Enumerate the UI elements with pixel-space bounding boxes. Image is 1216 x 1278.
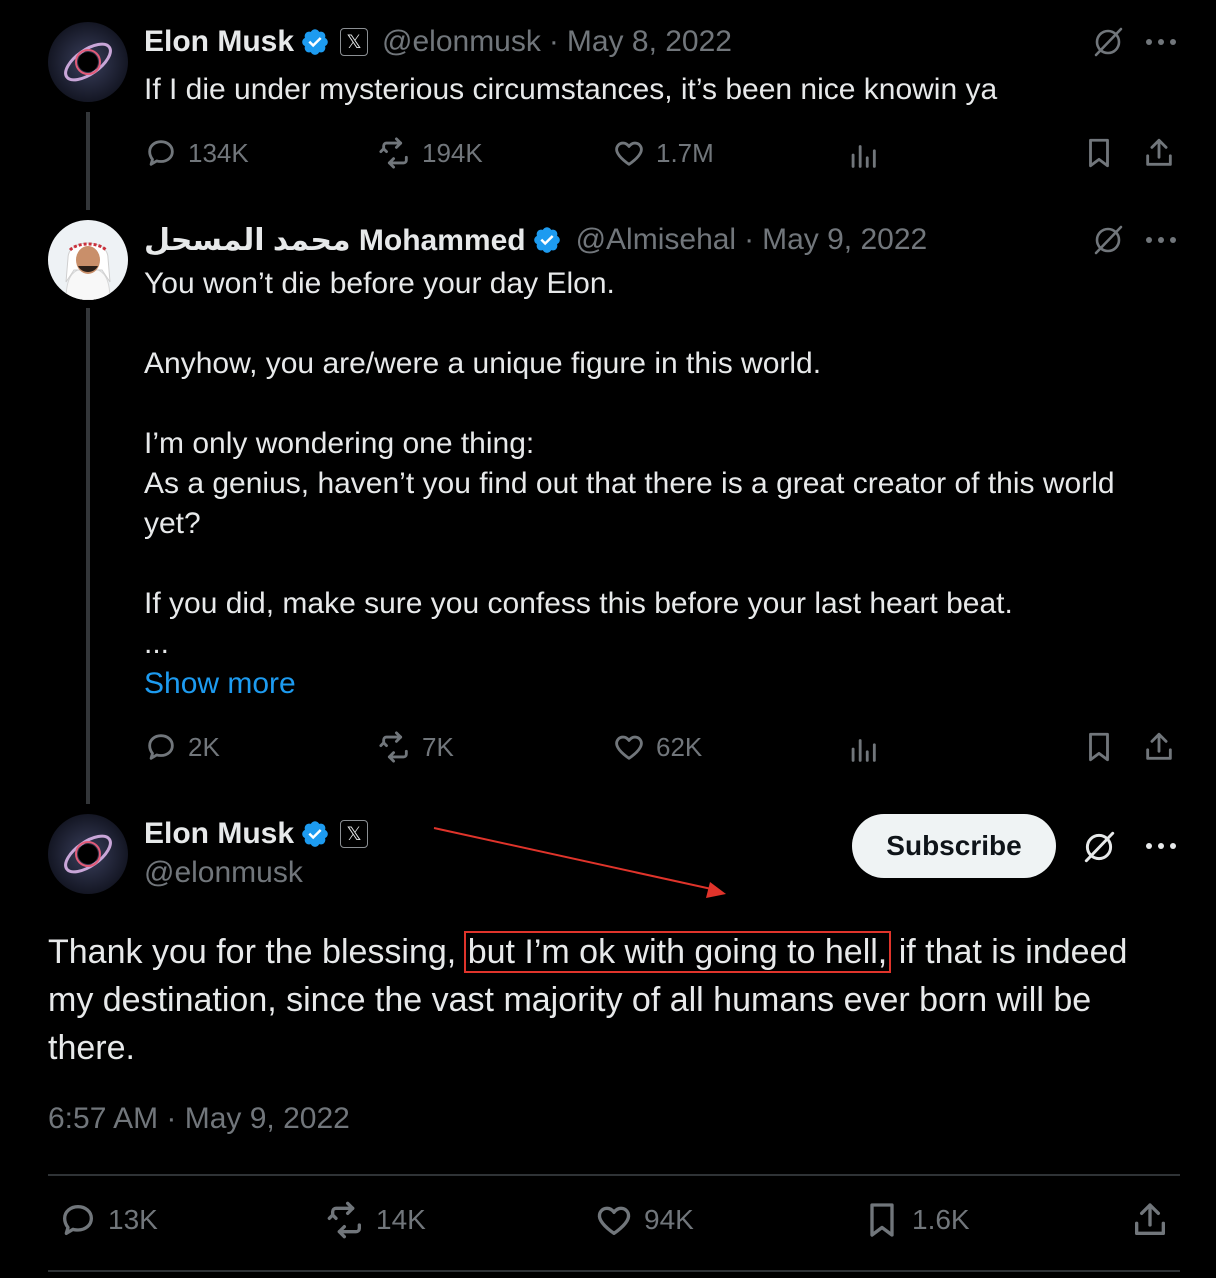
author-name[interactable]: Elon Musk	[144, 25, 294, 59]
retweet-button[interactable]: 194K	[378, 136, 483, 170]
text-before: Thank you for the blessing,	[48, 933, 457, 971]
bookmark-icon	[870, 1203, 894, 1237]
tweet-date[interactable]: May 9, 2022	[762, 223, 927, 257]
author-handle[interactable]: @elonmusk	[382, 25, 541, 59]
bookmark-icon	[1089, 138, 1109, 168]
like-count: 94K	[644, 1204, 694, 1235]
tweet-date[interactable]: May 8, 2022	[567, 25, 732, 59]
heart-icon	[615, 735, 643, 760]
analytics-icon	[851, 739, 876, 762]
separator-dot: ·	[744, 223, 755, 256]
tweet-text-line: yet?	[144, 507, 201, 540]
author-handle[interactable]: @Almisehal	[576, 223, 737, 257]
annotation-arrow	[433, 827, 726, 898]
heart-icon	[597, 1206, 631, 1235]
author-name[interactable]: محمد المسحل Mohammed	[144, 223, 526, 258]
verified-badge-icon	[302, 821, 328, 847]
author-handle[interactable]: @elonmusk	[144, 856, 303, 890]
more-options-icon[interactable]	[1144, 828, 1178, 869]
retweet-count: 194K	[422, 137, 483, 168]
share-icon	[1146, 138, 1172, 166]
bookmark-button[interactable]	[1082, 730, 1116, 764]
avatar-elonmusk[interactable]	[48, 22, 128, 102]
retweet-count: 14K	[376, 1204, 426, 1235]
retweet-count: 7K	[422, 731, 454, 762]
reply-button[interactable]: 13K	[58, 1200, 158, 1240]
x-affiliate-badge: 𝕏	[340, 28, 369, 56]
views-button[interactable]	[846, 732, 880, 766]
thread-line	[86, 308, 90, 804]
tweet-header: Elon Musk 𝕏 @elonmusk · May 8, 2022	[144, 22, 732, 62]
x-affiliate-badge: 𝕏	[340, 820, 369, 848]
grok-icon[interactable]	[1080, 828, 1118, 871]
like-button[interactable]: 62K	[612, 730, 702, 764]
retweet-button[interactable]: 14K	[326, 1200, 426, 1240]
views-button[interactable]	[846, 138, 880, 172]
tweet-timestamp[interactable]: 6:57 AM · May 9, 2022	[48, 1102, 350, 1136]
tweet-text-line: I’m only wondering one thing:	[144, 427, 535, 460]
tweet-text-ellipsis: ...	[144, 627, 170, 660]
avatar-almisehal[interactable]	[48, 220, 128, 300]
verified-badge-icon	[533, 227, 560, 253]
retweet-icon	[379, 731, 408, 763]
more-options-icon[interactable]	[1144, 24, 1178, 65]
bookmark-count: 1.6K	[912, 1204, 970, 1235]
text-line: my destination, since the vast majority …	[48, 981, 1092, 1019]
divider	[48, 1270, 1180, 1272]
subscribe-button[interactable]: Subscribe	[852, 814, 1056, 878]
text-after: if that is indeed	[898, 933, 1128, 971]
heart-icon	[615, 141, 643, 166]
thread-line	[86, 112, 90, 210]
main-tweet-header: Elon Musk 𝕏	[144, 814, 369, 854]
tweet-text-line: As a genius, haven’t you find out that t…	[144, 467, 1115, 500]
bookmark-button[interactable]	[1082, 136, 1116, 170]
analytics-icon	[851, 145, 876, 168]
tweet-text-line: Anyhow, you are/were a unique figure in …	[144, 347, 822, 380]
tweet-text: If I die under mysterious circumstances,…	[144, 73, 998, 106]
tweet-text-line: You won’t die before your day Elon.	[144, 267, 615, 300]
retweet-icon	[327, 1201, 361, 1239]
retweet-button[interactable]: 7K	[378, 730, 454, 764]
highlighted-phrase: but I’m ok with going to hell,	[463, 931, 892, 973]
reply-count: 2K	[188, 731, 220, 762]
like-count: 1.7M	[656, 137, 714, 168]
share-icon	[1146, 732, 1172, 760]
reply-button[interactable]: 2K	[144, 730, 220, 764]
like-button[interactable]: 94K	[594, 1200, 694, 1240]
text-line: there.	[48, 1029, 135, 1067]
share-button[interactable]	[1142, 136, 1176, 170]
reply-count: 134K	[188, 137, 249, 168]
bookmark-button[interactable]: 1.6K	[862, 1200, 970, 1240]
retweet-icon	[379, 137, 408, 169]
grok-icon[interactable]	[1090, 222, 1126, 263]
divider	[48, 1174, 1180, 1176]
reply-icon	[148, 734, 174, 760]
verified-badge-icon	[302, 29, 328, 55]
reply-count: 13K	[108, 1204, 158, 1235]
reply-icon	[63, 1205, 94, 1235]
avatar-elonmusk[interactable]	[48, 814, 128, 894]
separator-dot: ·	[548, 25, 559, 58]
tweet-text: You won’t die before your day Elon. Anyh…	[144, 264, 1164, 704]
tweet-text-line: If you did, make sure you confess this b…	[144, 587, 1013, 620]
author-name[interactable]: Elon Musk	[144, 817, 294, 851]
share-button[interactable]	[1142, 730, 1176, 764]
like-button[interactable]: 1.7M	[612, 136, 714, 170]
share-icon	[1135, 1203, 1165, 1235]
grok-icon[interactable]	[1090, 24, 1126, 65]
show-more-link[interactable]: Show more	[144, 664, 1164, 704]
share-button[interactable]	[1130, 1200, 1170, 1240]
reply-button[interactable]: 134K	[144, 136, 249, 170]
like-count: 62K	[656, 731, 703, 762]
main-tweet-text: Thank you for the blessing, but I’m ok w…	[48, 928, 1188, 1072]
bookmark-icon	[1089, 732, 1109, 762]
reply-icon	[148, 140, 174, 166]
tweet-header: محمد المسحل Mohammed @Almisehal · May 9,…	[144, 220, 927, 260]
more-options-icon[interactable]	[1144, 222, 1178, 263]
